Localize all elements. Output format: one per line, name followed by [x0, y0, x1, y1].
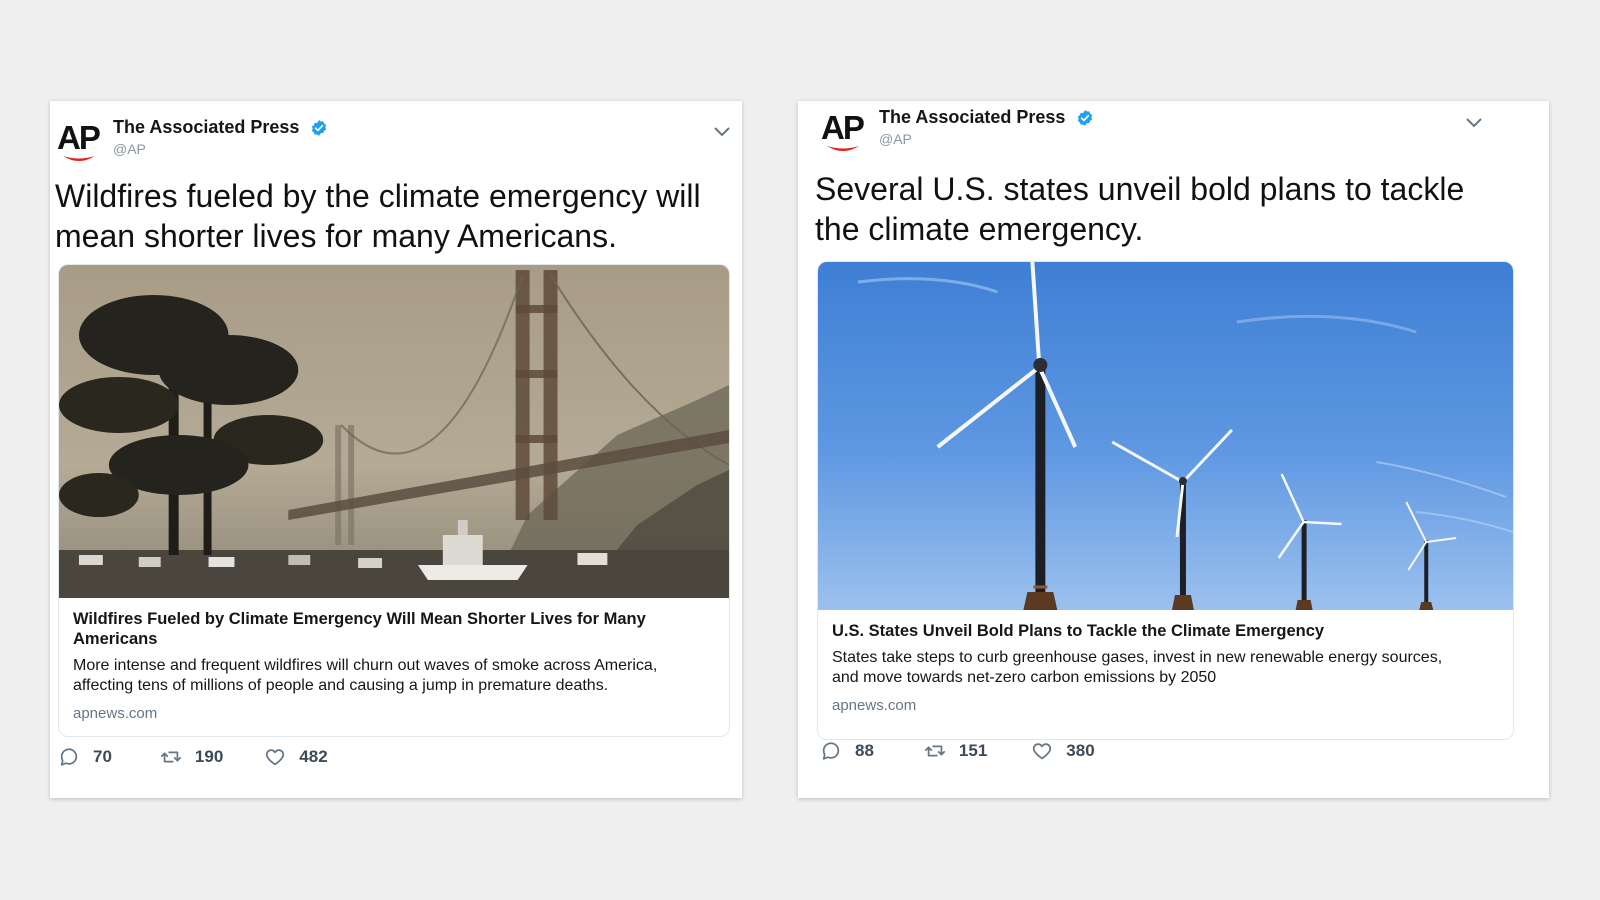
tweet-actions: 88 151 380: [820, 740, 1095, 762]
retweet-count: 190: [194, 747, 224, 766]
chevron-down-icon[interactable]: [714, 127, 730, 137]
link-preview-card[interactable]: U.S. States Unveil Bold Plans to Tackle …: [817, 261, 1514, 740]
card-image: [59, 265, 729, 598]
chevron-down-icon[interactable]: [1466, 118, 1482, 128]
link-preview-card[interactable]: Wildfires Fueled by Climate Emergency Wi…: [58, 264, 730, 737]
retweet-icon: [160, 751, 181, 763]
like-count: 482: [299, 747, 328, 766]
reply-count: 88: [855, 741, 874, 760]
retweet-icon: [924, 745, 945, 757]
author-name[interactable]: The Associated Press: [879, 107, 1065, 128]
reply-button[interactable]: 88: [820, 740, 874, 762]
heart-icon: [266, 749, 285, 766]
like-count: 380: [1066, 741, 1095, 760]
ap-logo[interactable]: AP: [57, 121, 103, 169]
ap-swoosh-icon: [827, 146, 859, 151]
like-button[interactable]: 380: [1031, 740, 1095, 762]
reply-icon: [60, 748, 78, 766]
verified-badge-icon: [1077, 109, 1092, 126]
heart-icon: [1033, 743, 1052, 760]
tweet-actions: 70 190 482: [58, 746, 328, 768]
retweet-button[interactable]: 151: [924, 740, 987, 762]
ap-logo[interactable]: AP: [821, 111, 867, 159]
golden-gate-bridge-smoke-photo: [59, 265, 729, 598]
author-name[interactable]: The Associated Press: [113, 117, 299, 138]
author-handle[interactable]: @AP: [113, 141, 328, 157]
card-image: [818, 262, 1513, 610]
retweet-count: 151: [958, 741, 988, 760]
tweet-card[interactable]: AP The Associated Press @AP Several U.S.…: [798, 101, 1549, 798]
verified-badge-icon: [311, 119, 326, 136]
card-domain: apnews.com: [73, 705, 158, 722]
author-handle[interactable]: @AP: [879, 131, 1094, 147]
tweet-author[interactable]: The Associated Press @AP: [113, 117, 328, 157]
card-description: More intense and frequent wildfires will…: [73, 657, 658, 694]
card-description: States take steps to curb greenhouse gas…: [832, 649, 1443, 686]
like-button[interactable]: 482: [264, 746, 328, 768]
ap-swoosh-icon: [63, 156, 95, 161]
card-title[interactable]: U.S. States Unveil Bold Plans to Tackle …: [832, 621, 1500, 641]
retweet-button[interactable]: 190: [160, 746, 223, 768]
reply-button[interactable]: 70: [58, 746, 112, 768]
card-title[interactable]: Wildfires Fueled by Climate Emergency Wi…: [73, 609, 716, 649]
tweet-author[interactable]: The Associated Press @AP: [879, 107, 1094, 147]
card-domain: apnews.com: [832, 697, 917, 714]
card-body: U.S. States Unveil Bold Plans to Tackle …: [818, 610, 1513, 714]
tweet-card[interactable]: AP The Associated Press @AP Wildfires fu…: [50, 101, 742, 798]
card-body: Wildfires Fueled by Climate Emergency Wi…: [59, 598, 729, 722]
tweet-text: Wildfires fueled by the climate emergenc…: [55, 178, 701, 254]
reply-count: 70: [93, 747, 112, 766]
offshore-wind-turbines-photo: [818, 262, 1513, 610]
tweet-text: Several U.S. states unveil bold plans to…: [815, 171, 1465, 247]
reply-icon: [822, 742, 840, 760]
ap-logo-text: AP: [57, 119, 101, 156]
ap-logo-text: AP: [821, 109, 865, 146]
